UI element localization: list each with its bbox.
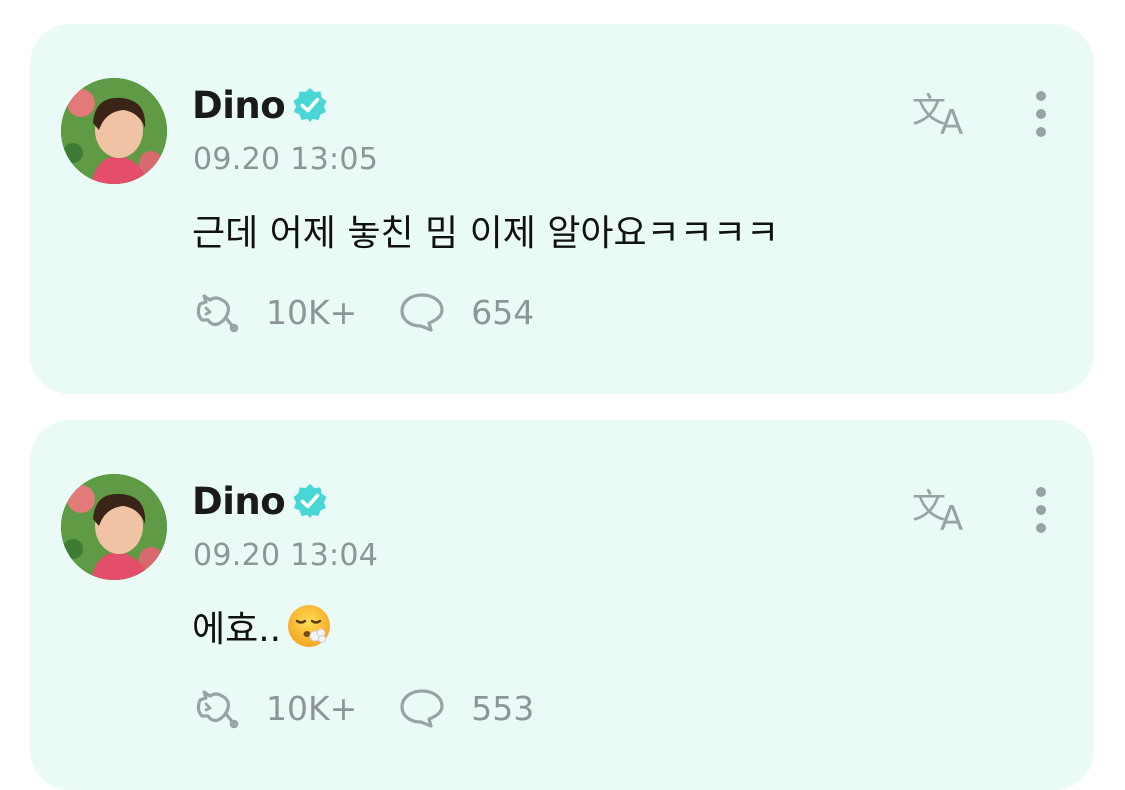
- post-timestamp: 09.20 13:04: [193, 538, 379, 573]
- comment-count: 654: [471, 292, 535, 332]
- face-exhaling-icon: [285, 602, 333, 650]
- post-actions: 10K+ 553: [192, 686, 534, 730]
- verified-badge-icon: [291, 482, 329, 520]
- svg-text:A: A: [940, 103, 963, 140]
- translate-icon[interactable]: 文 A: [910, 482, 974, 539]
- translate-icon[interactable]: 文 A: [910, 86, 974, 143]
- like-count: 10K+: [266, 292, 358, 332]
- avatar[interactable]: [61, 78, 167, 184]
- post-card[interactable]: Dino 09.20 13:04 에효.. 10K+ 553 文 A: [30, 420, 1094, 790]
- comment-count: 553: [471, 688, 535, 728]
- like-count: 10K+: [266, 688, 358, 728]
- svg-text:A: A: [940, 499, 963, 536]
- like-icon[interactable]: [192, 290, 242, 334]
- comment-icon[interactable]: [397, 290, 447, 334]
- author-row: Dino: [192, 476, 329, 526]
- more-vertical-icon[interactable]: [1026, 88, 1056, 144]
- post-text-content: 에효..: [192, 609, 282, 650]
- post-card[interactable]: Dino 09.20 13:05 근데 어제 놓친 밈 이제 알아요ㅋㅋㅋㅋ 1…: [30, 24, 1094, 394]
- avatar[interactable]: [61, 474, 167, 580]
- author-name[interactable]: Dino: [192, 84, 286, 127]
- like-icon[interactable]: [192, 686, 242, 730]
- post-text-content: 근데 어제 놓친 밈 이제 알아요ㅋㅋㅋㅋ: [192, 213, 780, 254]
- author-row: Dino: [192, 80, 329, 130]
- more-vertical-icon[interactable]: [1026, 484, 1056, 540]
- post-timestamp: 09.20 13:05: [193, 142, 379, 177]
- comment-icon[interactable]: [397, 686, 447, 730]
- post-actions: 10K+ 654: [192, 290, 534, 334]
- author-name[interactable]: Dino: [192, 480, 286, 523]
- verified-badge-icon: [291, 86, 329, 124]
- post-text: 근데 어제 놓친 밈 이제 알아요ㅋㅋㅋㅋ: [192, 204, 779, 256]
- post-text: 에효..: [192, 600, 333, 652]
